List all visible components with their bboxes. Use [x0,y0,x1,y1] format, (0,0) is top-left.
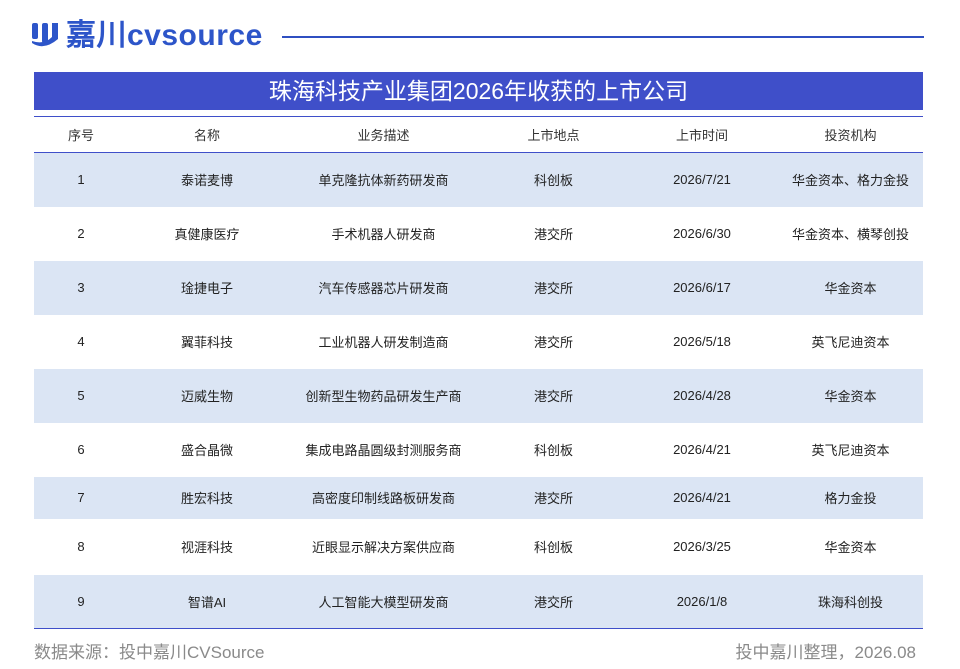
cell-name: 智谱AI [187,594,227,610]
table-row: 3 琻捷电子 汽车传感器芯片研发商 港交所 2026/6/17 华金资本 [34,260,923,315]
cell-venue: 科创板 [533,443,573,458]
cell-business: 汽车传感器芯片研发商 [318,281,449,296]
brand-logo-text: 嘉川cvsource [66,19,263,52]
cell-date: 2026/6/30 [673,226,731,241]
cell-name: 真健康医疗 [174,227,240,242]
cell-name: 盛合晶微 [180,443,233,458]
table-row: 4 翼菲科技 工业机器人研发制造商 港交所 2026/5/18 英飞尼迪资本 [34,314,923,369]
cell-date: 2026/3/25 [673,539,731,554]
cell-investor: 华金资本、横琴创投 [791,227,909,242]
cvsource-logo-icon [32,23,58,47]
cell-investor: 华金资本 [824,281,877,296]
cell-index: 4 [77,334,85,349]
cell-venue: 港交所 [533,389,573,404]
cell-business: 创新型生物药品研发生产商 [305,389,462,404]
cell-date: 2026/4/21 [673,442,731,457]
cell-business: 单克隆抗体新药研发商 [318,173,449,189]
cell-investor: 珠海科创投 [817,594,883,610]
cell-date: 2026/6/17 [673,280,731,295]
table-row: 8 视涯科技 近眼显示解决方案供应商 科创板 2026/3/25 华金资本 [34,518,923,575]
header-divider [282,36,924,38]
col-header-investor: 投资机构 [824,128,877,143]
cell-date: 2026/5/18 [673,334,731,349]
col-header-business: 业务描述 [357,128,410,143]
cell-name: 胜宏科技 [180,491,233,506]
cell-venue: 港交所 [533,491,573,506]
ipo-table: 序号 名称 业务描述 上市地点 上市时间 投资机构 1 泰诺麦博 单克隆抗体新药… [34,116,923,629]
cell-investor: 英飞尼迪资本 [811,443,890,458]
cell-business: 近眼显示解决方案供应商 [311,540,455,555]
cell-name: 泰诺麦博 [180,173,233,189]
cell-venue: 科创板 [533,540,573,555]
cell-index: 2 [77,226,85,241]
cell-investor: 华金资本 [824,540,877,555]
cell-name: 迈威生物 [180,389,233,404]
cell-business: 高密度印制线路板研发商 [311,491,455,506]
cell-venue: 科创板 [533,173,573,189]
cell-index: 3 [77,280,85,295]
data-source-note: 数据来源：投中嘉川CVSource [34,643,265,662]
compiled-by-note: 投中嘉川整理，2026.08 [735,643,916,662]
cell-business: 人工智能大模型研发商 [318,594,449,610]
cell-date: 2026/4/21 [673,490,731,505]
col-header-listing-date: 上市时间 [675,128,728,143]
cell-name: 翼菲科技 [180,335,233,350]
cell-index: 7 [77,490,85,505]
table-row: 7 胜宏科技 高密度印制线路板研发商 港交所 2026/4/21 格力金投 [34,476,923,519]
table-row: 6 盛合晶微 集成电路晶圆级封测服务商 科创板 2026/4/21 英飞尼迪资本 [34,422,923,477]
cell-index: 8 [77,539,85,554]
cell-name: 视涯科技 [180,540,233,555]
header: 嘉川cvsource [30,18,930,54]
cell-venue: 港交所 [533,227,573,242]
page-title: 珠海科技产业集团2026年收获的上市公司 [34,72,923,110]
table-row: 1 泰诺麦博 单克隆抗体新药研发商 科创板 2026/7/21 华金资本、格力金… [34,152,923,207]
cell-venue: 港交所 [533,335,573,350]
cell-investor: 格力金投 [824,491,877,506]
cell-date: 2026/1/8 [676,593,728,609]
table-row: 5 迈威生物 创新型生物药品研发生产商 港交所 2026/4/28 华金资本 [34,368,923,423]
col-header-name: 名称 [193,128,220,143]
cell-business: 集成电路晶圆级封测服务商 [305,443,462,458]
col-header-listing-venue: 上市地点 [527,128,580,143]
cell-business: 工业机器人研发制造商 [318,335,449,350]
cell-date: 2026/7/21 [673,172,731,188]
cell-investor: 华金资本、格力金投 [791,173,909,189]
cell-venue: 港交所 [533,281,573,296]
cell-index: 9 [77,593,85,609]
cell-date: 2026/4/28 [673,388,731,403]
cell-investor: 华金资本 [824,389,877,404]
cell-index: 5 [77,388,85,403]
cell-venue: 港交所 [533,594,573,610]
table-row: 2 真健康医疗 手术机器人研发商 港交所 2026/6/30 华金资本、横琴创投 [34,206,923,261]
cell-business: 手术机器人研发商 [331,227,436,242]
table-row: 9 智谱AI 人工智能大模型研发商 港交所 2026/1/8 珠海科创投 [34,574,923,629]
col-header-index: 序号 [67,128,94,143]
table-header-row: 序号 名称 业务描述 上市地点 上市时间 投资机构 [34,116,923,153]
cell-investor: 英飞尼迪资本 [811,335,890,350]
cell-index: 6 [77,442,85,457]
cell-index: 1 [77,172,85,188]
cell-name: 琻捷电子 [180,281,233,296]
